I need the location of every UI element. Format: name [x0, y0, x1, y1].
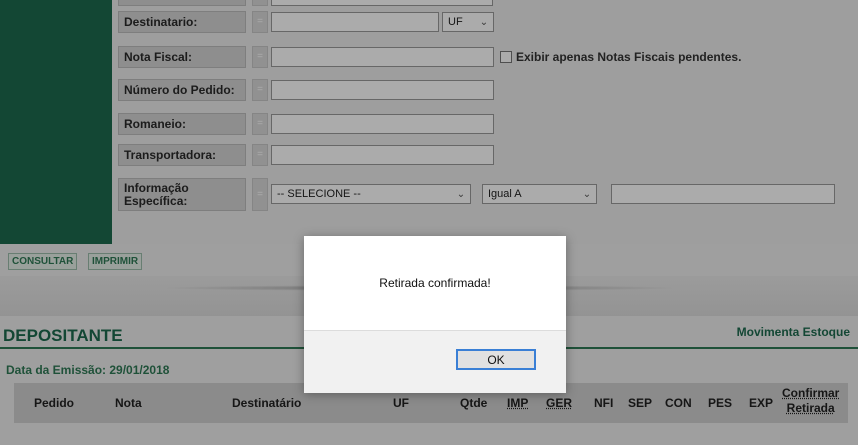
alert-message: Retirada confirmada!	[379, 276, 491, 290]
alert-footer: OK	[304, 330, 566, 393]
alert-dialog: Retirada confirmada! OK	[304, 236, 566, 393]
ok-button[interactable]: OK	[456, 349, 536, 370]
